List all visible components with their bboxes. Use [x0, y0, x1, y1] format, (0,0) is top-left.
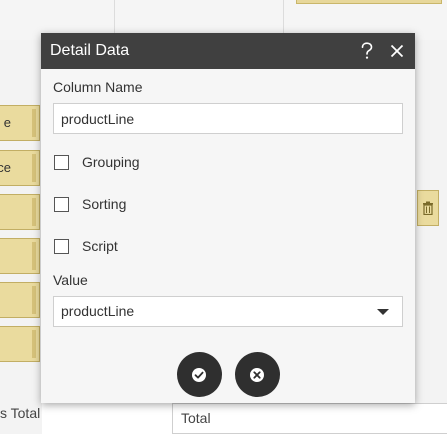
background-field-item[interactable] — [0, 238, 40, 274]
chevron-down-icon — [377, 309, 389, 315]
help-button[interactable] — [352, 33, 382, 69]
cancel-button[interactable] — [234, 352, 280, 397]
column-name-label: Column Name — [53, 79, 143, 95]
detail-data-dialog: Detail Data Column Name Grouping Sorting — [41, 33, 415, 403]
background-summary-field[interactable]: Total — [172, 403, 447, 434]
column-name-input[interactable] — [53, 103, 403, 134]
dialog-header: Detail Data — [41, 33, 415, 69]
trash-icon — [423, 201, 433, 215]
sorting-label: Sorting — [82, 196, 127, 212]
background-field-item[interactable] — [0, 194, 40, 230]
grouping-option[interactable]: Grouping — [53, 141, 403, 183]
grouping-checkbox[interactable] — [54, 154, 69, 170]
delete-button[interactable] — [417, 190, 439, 226]
script-label: Script — [82, 238, 118, 254]
ok-button[interactable] — [176, 352, 222, 397]
dialog-footer — [41, 352, 415, 397]
grouping-label: Grouping — [82, 154, 140, 170]
background-field-item[interactable]: e — [0, 105, 40, 141]
dialog-body: Column Name Grouping Sorting Script Valu… — [41, 69, 415, 327]
field-item-label: e — [3, 115, 11, 130]
script-option[interactable]: Script — [53, 225, 403, 267]
script-checkbox[interactable] — [54, 238, 69, 254]
sorting-option[interactable]: Sorting — [53, 183, 403, 225]
background-field-item[interactable] — [0, 282, 40, 318]
dialog-title: Detail Data — [50, 42, 130, 59]
close-icon — [390, 44, 404, 58]
value-select[interactable]: productLine — [53, 296, 403, 327]
value-select-text: productLine — [61, 303, 135, 319]
value-label: Value — [53, 272, 88, 288]
field-item-label: ce — [0, 160, 11, 175]
background-left-column — [0, 40, 42, 434]
background-field-item[interactable] — [0, 326, 40, 362]
background-field-item[interactable]: ce — [0, 150, 40, 186]
sorting-checkbox[interactable] — [54, 196, 69, 212]
background-summary-label: s Total — [0, 405, 41, 421]
cancel-icon — [250, 367, 264, 382]
close-button[interactable] — [382, 33, 412, 69]
question-mark-icon — [361, 42, 373, 59]
background-right-column — [415, 40, 447, 434]
background-drop-item[interactable] — [296, 0, 442, 4]
check-icon — [192, 367, 206, 382]
